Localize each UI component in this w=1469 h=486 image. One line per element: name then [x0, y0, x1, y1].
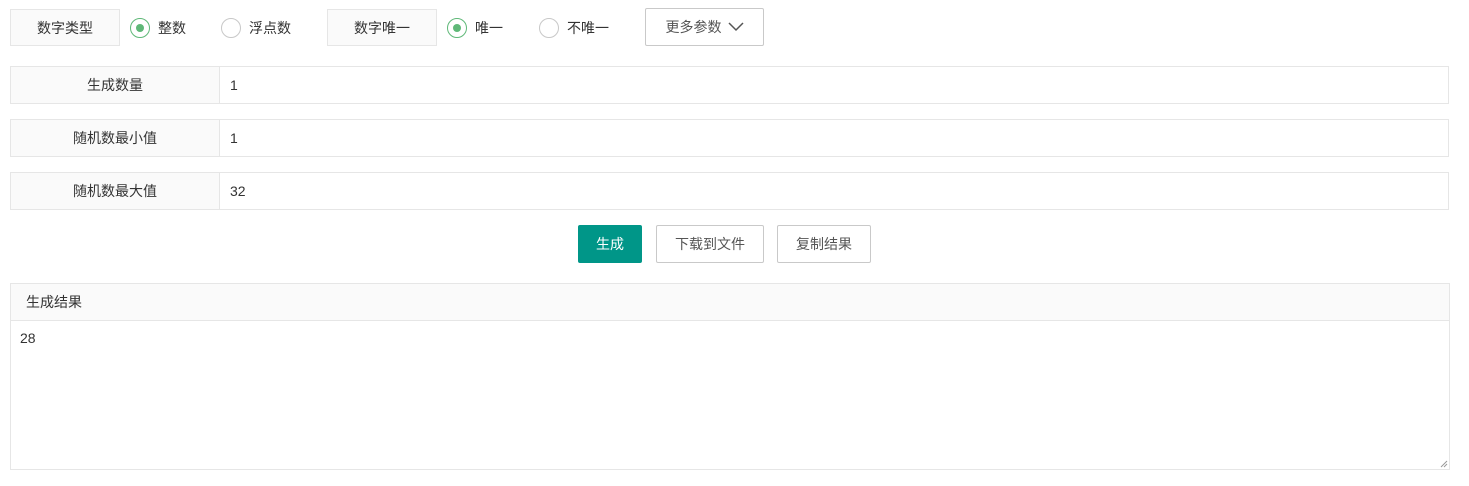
max-row: 随机数最大值	[10, 172, 1449, 210]
radio-unique[interactable]: 唯一	[447, 9, 503, 46]
chevron-down-icon	[727, 22, 744, 32]
radio-unchecked-icon[interactable]	[539, 17, 559, 38]
generate-button[interactable]: 生成	[578, 225, 642, 263]
result-title: 生成结果	[11, 284, 1449, 321]
resize-grip-icon[interactable]	[1440, 460, 1448, 468]
number-type-label: 数字类型	[10, 9, 120, 46]
radio-integer-label: 整数	[158, 19, 186, 36]
radio-not-unique[interactable]: 不唯一	[539, 9, 609, 46]
radio-float[interactable]: 浮点数	[221, 9, 291, 46]
max-input[interactable]	[220, 173, 1448, 209]
radio-unique-label: 唯一	[475, 19, 503, 36]
radio-checked-icon[interactable]	[130, 17, 150, 38]
min-row: 随机数最小值	[10, 119, 1449, 157]
radio-integer[interactable]: 整数	[130, 9, 186, 46]
number-unique-label: 数字唯一	[327, 9, 437, 46]
more-params-button[interactable]: 更多参数	[645, 8, 764, 46]
copy-button[interactable]: 复制结果	[777, 225, 871, 263]
download-button[interactable]: 下载到文件	[656, 225, 764, 263]
more-params-label: 更多参数	[665, 19, 722, 35]
result-textarea[interactable]: 28	[11, 321, 1449, 469]
radio-not-unique-label: 不唯一	[567, 19, 609, 36]
radio-unchecked-icon[interactable]	[221, 17, 241, 38]
radio-float-label: 浮点数	[249, 19, 291, 36]
max-label: 随机数最大值	[11, 173, 220, 209]
result-value: 28	[20, 330, 36, 346]
count-input[interactable]	[220, 67, 1448, 103]
radio-checked-icon[interactable]	[447, 17, 467, 38]
min-label: 随机数最小值	[11, 120, 220, 156]
count-row: 生成数量	[10, 66, 1449, 104]
count-label: 生成数量	[11, 67, 220, 103]
result-panel: 生成结果 28	[10, 283, 1450, 470]
min-input[interactable]	[220, 120, 1448, 156]
